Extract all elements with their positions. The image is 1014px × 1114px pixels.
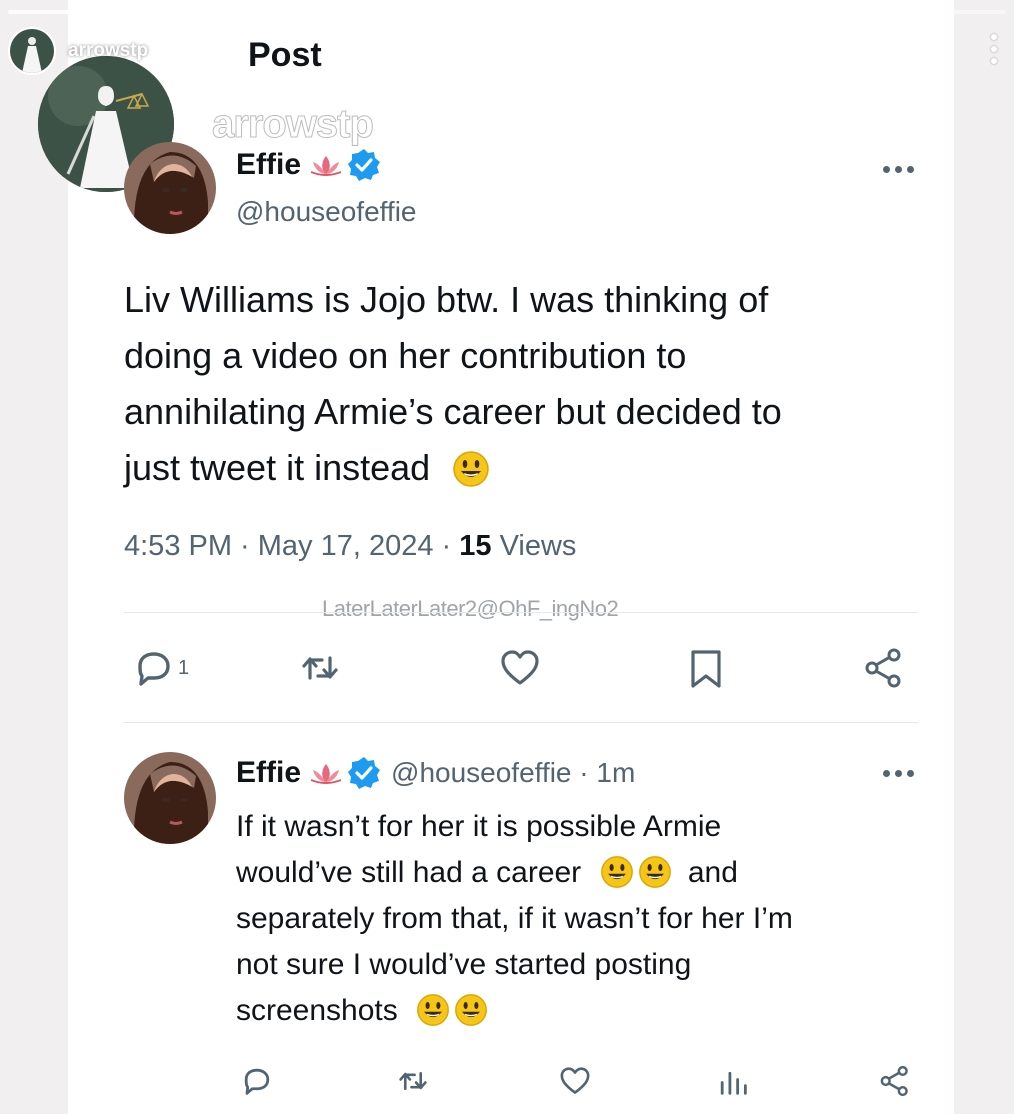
reply-more-options-icon[interactable] [883, 770, 914, 777]
screenshot-credit: LaterLaterLater2@OhF_ingNo2 [322, 596, 619, 621]
reply-like-button[interactable] [558, 1064, 592, 1098]
progress-segment [884, 10, 1006, 14]
share-button[interactable] [862, 646, 906, 690]
author-handle[interactable]: @houseofeffie [236, 196, 416, 228]
divider [124, 612, 918, 613]
like-icon [501, 650, 539, 685]
share-icon [865, 648, 901, 688]
tweet-line: doing a video on her contribution to [124, 335, 687, 376]
tweet-timestamp[interactable]: 4:53 PM · May 17, 2024 · [124, 530, 459, 562]
reply-count: 1 [178, 656, 190, 679]
reply-author-avatar[interactable] [124, 752, 216, 844]
reply-views-button[interactable] [716, 1064, 750, 1098]
bookmark-button[interactable] [684, 646, 728, 690]
avatar-photo [124, 752, 216, 844]
like-button[interactable] [498, 646, 542, 690]
smile-emoji [417, 994, 449, 1026]
reply-share-button[interactable] [878, 1064, 912, 1098]
reply-line: not sure I would’ve started posting [236, 948, 692, 981]
progress-segment [258, 10, 380, 14]
bookmark-icon [691, 650, 721, 688]
views-count: 15 [459, 530, 492, 562]
author-name[interactable]: Effie [236, 148, 301, 182]
reply-button[interactable]: 1 [132, 646, 189, 690]
tweet-meta: 4:53 PM · May 17, 2024 · 15 Views [124, 530, 576, 563]
retweet-icon [302, 656, 338, 680]
divider [124, 722, 918, 723]
lady-justice-icon [10, 29, 54, 73]
author-name-row: Effie [236, 148, 381, 182]
reply-author-handle[interactable]: @houseofeffie · 1m [391, 757, 635, 789]
reply-line: separately from that, if it wasn’t for h… [236, 902, 793, 935]
smile-emoji [638, 856, 671, 888]
reply-icon [138, 652, 170, 686]
reply-line: screenshots [236, 988, 916, 1034]
story-progress [8, 10, 1006, 14]
watermark: arrowstp [212, 102, 375, 147]
views-icon [720, 1071, 747, 1095]
smile-emoji [455, 994, 487, 1026]
story-avatar[interactable] [8, 27, 56, 75]
story-header: arrowstp 21h [8, 26, 190, 76]
tweet-line: just tweet it instead [124, 440, 904, 496]
share-icon [880, 1065, 908, 1097]
story-options-icon[interactable] [990, 34, 998, 64]
reply-author-name[interactable]: Effie [236, 756, 301, 790]
reply-line: would’ve still had a career and [236, 850, 916, 896]
verified-icon [348, 757, 381, 789]
progress-segment [759, 10, 881, 14]
retweet-button[interactable] [298, 646, 342, 690]
more-options-icon[interactable] [883, 166, 914, 173]
reply-line: If it wasn’t for her it is possible Armi… [236, 810, 722, 843]
views-label: Views [491, 530, 577, 562]
reply-author-row: Effie @houseofeffie · 1m [236, 756, 635, 790]
avatar-photo [124, 142, 216, 234]
progress-segment [133, 10, 255, 14]
progress-segment [634, 10, 756, 14]
tweet-line-text: just tweet it instead [124, 447, 431, 488]
smile-emoji [453, 451, 489, 487]
reply-icon [244, 1068, 270, 1095]
story-time: 21h [158, 40, 190, 61]
lotus-icon [310, 156, 342, 176]
like-icon [560, 1067, 590, 1094]
story-username[interactable]: arrowstp [68, 40, 148, 62]
page-title: Post [248, 36, 322, 74]
progress-segment [509, 10, 631, 14]
retweet-icon [399, 1071, 427, 1091]
progress-segment [383, 10, 505, 14]
tweet-text: Liv Williams is Jojo btw. I was thinking… [124, 272, 904, 496]
smile-emoji [600, 856, 633, 888]
reply-retweet-button[interactable] [396, 1064, 430, 1098]
reply-line-text: and [687, 856, 738, 889]
reply-line-text: screenshots [236, 994, 398, 1027]
verified-icon [348, 149, 381, 181]
progress-segment [8, 10, 130, 14]
author-avatar[interactable] [124, 142, 216, 234]
tweet-line: annihilating Armie’s career but decided … [124, 391, 782, 432]
reply-line-text: would’ve still had a career [236, 856, 582, 889]
reply-reply-button[interactable] [240, 1064, 274, 1098]
tweet-line: Liv Williams is Jojo btw. I was thinking… [124, 279, 769, 320]
lotus-icon [310, 764, 342, 784]
reply-text: If it wasn’t for her it is possible Armi… [236, 804, 916, 1034]
